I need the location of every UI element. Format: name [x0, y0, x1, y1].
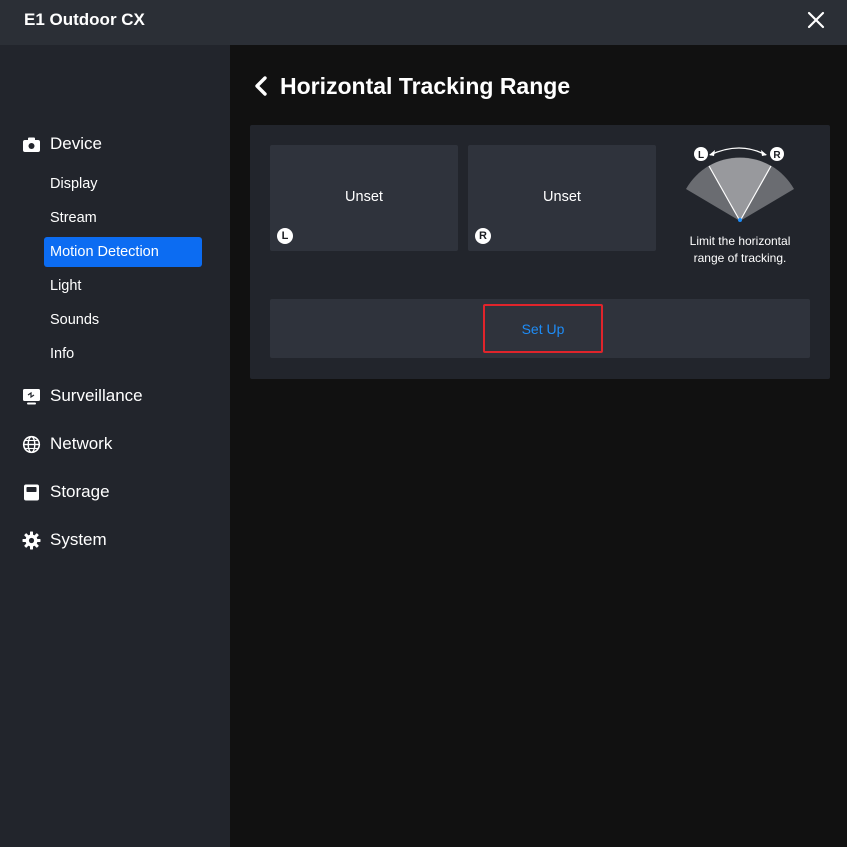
sidebar-item-sounds[interactable]: Sounds — [44, 305, 202, 335]
camera-point — [738, 218, 742, 222]
chevron-left-icon — [255, 76, 267, 96]
globe-icon — [22, 435, 41, 454]
sidebar-section-label: Network — [50, 434, 113, 453]
sidebar-item-display[interactable]: Display — [44, 169, 202, 199]
main-content: Horizontal Tracking Range Unset L Unset … — [230, 45, 847, 847]
sidebar-item-light[interactable]: Light — [44, 271, 202, 301]
camera-icon — [22, 135, 41, 154]
sidebar-section-label: System — [50, 530, 107, 549]
hint-text: Limit the horizontal range of tracking. — [689, 234, 791, 265]
left-badge: L — [277, 228, 293, 244]
storage-icon — [22, 483, 41, 502]
monitor-icon — [22, 387, 41, 406]
sidebar-section-label: Storage — [50, 482, 110, 501]
setup-bar: Set Up — [270, 299, 810, 358]
tracking-range-panel: Unset L Unset R L R Limit the horizontal… — [250, 125, 830, 379]
sidebar-section-device[interactable]: Device — [22, 132, 102, 156]
sweep-arrow-head-left — [709, 150, 715, 156]
page-header: Horizontal Tracking Range — [252, 71, 570, 101]
title-bar: E1 Outdoor CX — [0, 0, 847, 45]
page-title: Horizontal Tracking Range — [280, 72, 571, 99]
sidebar-item-label: Display — [50, 176, 98, 192]
sidebar-section-label: Surveillance — [50, 386, 143, 405]
diagram-left-badge-text: L — [698, 150, 704, 161]
sidebar-item-label: Motion Detection — [50, 244, 159, 260]
back-button[interactable] — [252, 75, 270, 97]
sidebar-item-stream[interactable]: Stream — [44, 203, 202, 233]
sweep-arrow — [709, 147, 767, 156]
left-position-card[interactable]: Unset L — [270, 145, 458, 251]
sidebar-section-label: Device — [50, 134, 102, 153]
sidebar-section-network[interactable]: Network — [22, 432, 112, 456]
sidebar-item-label: Sounds — [50, 312, 100, 328]
sweep-arrow-head-right — [761, 150, 767, 156]
sidebar-item-label: Info — [50, 346, 75, 362]
sidebar-item-info[interactable]: Info — [44, 339, 202, 369]
left-position-value: Unset — [345, 189, 383, 205]
right-position-card[interactable]: Unset R — [468, 145, 656, 251]
close-button[interactable] — [804, 8, 828, 32]
sidebar-item-motion-detection[interactable]: Motion Detection — [44, 237, 202, 267]
setup-button[interactable]: Set Up — [483, 304, 603, 353]
app-title: E1 Outdoor CX — [24, 10, 145, 29]
right-position-value: Unset — [543, 189, 581, 205]
sidebar-section-system[interactable]: System — [22, 528, 107, 552]
close-icon — [807, 11, 825, 29]
right-badge: R — [475, 228, 491, 244]
sidebar-item-label: Light — [50, 278, 82, 294]
sidebar-section-surveillance[interactable]: Surveillance — [22, 384, 143, 408]
sidebar-section-storage[interactable]: Storage — [22, 480, 110, 504]
diagram-right-badge-text: R — [773, 150, 781, 161]
tracking-range-diagram: L R — [686, 147, 794, 222]
sidebar-item-label: Stream — [50, 210, 97, 226]
gear-icon — [22, 531, 41, 550]
sidebar: Device Display Stream Motion Detection L… — [0, 45, 230, 847]
